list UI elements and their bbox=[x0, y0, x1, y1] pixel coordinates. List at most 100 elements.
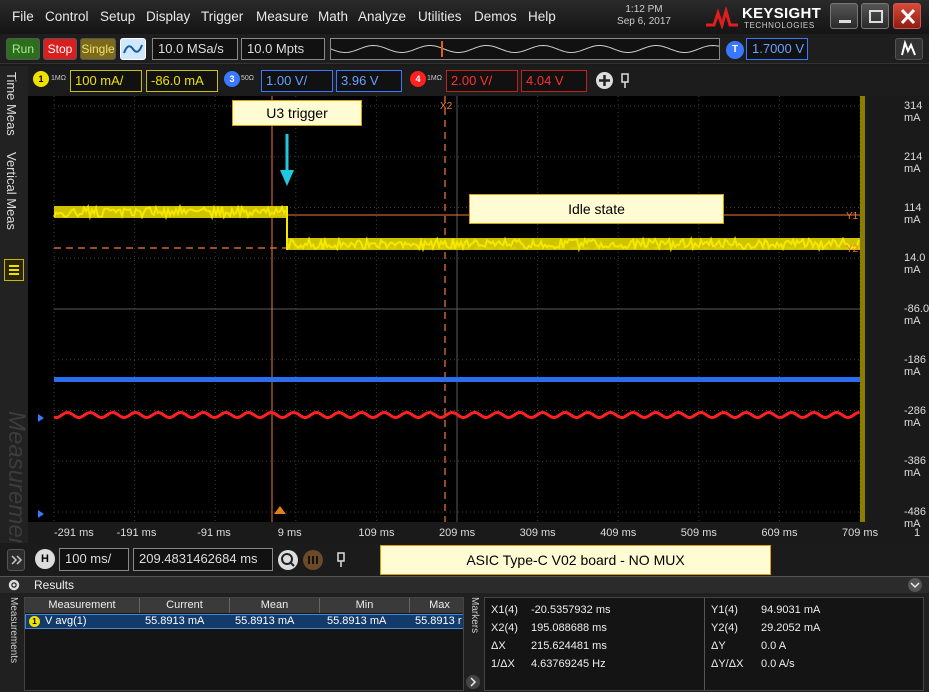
dy-value: 0.0 A bbox=[761, 640, 786, 652]
maximize-button[interactable] bbox=[861, 3, 889, 29]
inv-dx-value: 4.63769245 Hz bbox=[531, 658, 606, 670]
menu-control[interactable]: Control bbox=[45, 9, 89, 24]
keysight-wave-icon bbox=[704, 7, 740, 29]
side-tabs: Time Meas Vertical Meas Measurements bbox=[0, 66, 28, 554]
y-tick-label: -386 mA bbox=[904, 455, 929, 479]
control-bar: Run Stop Single 10.0 MSa/s 10.0 Mpts T 1… bbox=[0, 34, 929, 64]
y-tick-label: 314 mA bbox=[904, 100, 929, 124]
channel-4-scale[interactable]: 2.00 V/ bbox=[446, 70, 518, 92]
touch-button[interactable] bbox=[895, 38, 923, 60]
x-page-label: 1 bbox=[914, 527, 920, 539]
collapse-results-button[interactable] bbox=[908, 578, 922, 592]
x-tick-label: -91 ms bbox=[197, 527, 231, 539]
x-tick-label: 609 ms bbox=[761, 527, 797, 539]
y-tick-label: 114 mA bbox=[904, 202, 929, 226]
tab-vertical-meas[interactable]: Vertical Meas bbox=[4, 152, 19, 230]
measurements-side-label[interactable]: Measurements bbox=[5, 597, 19, 691]
x-tick-label: -191 ms bbox=[117, 527, 157, 539]
navigate-icon bbox=[303, 550, 323, 570]
expand-panel-button[interactable] bbox=[7, 549, 25, 571]
close-button[interactable] bbox=[893, 3, 921, 29]
ch3-trace bbox=[54, 377, 860, 382]
add-channel-button[interactable] bbox=[596, 72, 613, 89]
navigate-button[interactable] bbox=[303, 550, 323, 570]
channel-1-scale[interactable]: 100 mA/ bbox=[70, 70, 142, 92]
dx-value: 215.624481 ms bbox=[531, 640, 607, 652]
minimize-icon bbox=[831, 4, 859, 30]
row-mean: 55.8913 mA bbox=[235, 614, 294, 629]
channel-4-badge[interactable]: 4 bbox=[410, 71, 426, 87]
zoom-button[interactable] bbox=[278, 550, 298, 570]
markers-readout: X1(4) -20.5357932 ms X2(4) 195.088688 ms… bbox=[484, 597, 924, 691]
menu-display[interactable]: Display bbox=[146, 9, 190, 24]
minimize-button[interactable] bbox=[830, 3, 858, 29]
x2-marker-label: X2 bbox=[440, 101, 453, 112]
sample-rate-field[interactable]: 10.0 MSa/s bbox=[152, 38, 238, 60]
time-scale-field[interactable]: 100 ms/ bbox=[59, 548, 129, 571]
x-tick-label: 309 ms bbox=[520, 527, 556, 539]
dydx-value: 0.0 A/s bbox=[761, 658, 795, 670]
zoom-icon bbox=[278, 550, 298, 570]
memory-depth-field[interactable]: 10.0 Mpts bbox=[241, 38, 325, 60]
results-title: Results bbox=[34, 578, 74, 592]
run-button[interactable]: Run bbox=[6, 38, 40, 60]
channel-1-impedance: 1MΩ bbox=[51, 75, 66, 82]
marker-icon bbox=[5, 260, 23, 280]
column-mean: Mean bbox=[230, 598, 320, 613]
menu-measure[interactable]: Measure bbox=[256, 9, 309, 24]
y1-marker-label: Y1 bbox=[846, 211, 859, 222]
trigger-badge: T bbox=[726, 41, 744, 59]
auto-scale-button[interactable] bbox=[120, 38, 146, 60]
menu-file[interactable]: File bbox=[12, 9, 34, 24]
x1-value: -20.5357932 ms bbox=[531, 604, 611, 616]
column-current: Current bbox=[140, 598, 230, 613]
time-position-field[interactable]: 209.4831462684 ms bbox=[133, 548, 273, 571]
column-min: Min bbox=[320, 598, 410, 613]
clock-date: Sep 6, 2017 bbox=[606, 16, 682, 28]
channel-3-scale[interactable]: 1.00 V/ bbox=[261, 70, 333, 92]
channel-3-badge[interactable]: 3 bbox=[224, 71, 240, 87]
trigger-level-field[interactable]: 1.7000 V bbox=[746, 38, 808, 60]
menu-help[interactable]: Help bbox=[528, 9, 556, 24]
clock-time: 1:12 PM bbox=[606, 4, 682, 16]
x-tick-label: -291 ms bbox=[54, 527, 94, 539]
timebase-pin-icon[interactable] bbox=[334, 551, 348, 569]
tab-time-meas[interactable]: Time Meas bbox=[4, 72, 19, 136]
row-channel-badge: 1 bbox=[29, 616, 40, 627]
row-measurement: V avg(1) bbox=[45, 614, 87, 629]
horizontal-badge[interactable]: H bbox=[35, 549, 55, 569]
menu-utilities[interactable]: Utilities bbox=[418, 9, 462, 24]
graticule[interactable]: X2 Y1 Y2 bbox=[28, 96, 929, 522]
menu-setup[interactable]: Setup bbox=[100, 9, 135, 24]
menu-trigger[interactable]: Trigger bbox=[201, 9, 243, 24]
collapse-markers-button[interactable] bbox=[466, 675, 480, 689]
results-panel: Results Measurements Measurement Current… bbox=[0, 576, 929, 692]
menu-demos[interactable]: Demos bbox=[474, 9, 517, 24]
x1-label: X1(4) bbox=[491, 604, 518, 616]
close-icon bbox=[894, 4, 922, 30]
x-tick-label: 9 ms bbox=[278, 527, 302, 539]
channel-4-offset[interactable]: 4.04 V bbox=[521, 70, 587, 92]
y-tick-label: -286 mA bbox=[904, 405, 929, 429]
waveform-display[interactable]: X2 Y1 Y2 U3 trigger Idle state 314 mA 214… bbox=[28, 96, 929, 522]
markers-divider bbox=[704, 598, 705, 690]
dx-label: ΔX bbox=[491, 640, 506, 652]
marker-mode-button[interactable] bbox=[4, 259, 24, 281]
x-tick-label: 709 ms bbox=[842, 527, 878, 539]
single-button[interactable]: Single bbox=[80, 38, 116, 60]
waveform-overview[interactable] bbox=[330, 38, 720, 60]
measurement-table: Measurement Current Mean Min Max 1 V avg… bbox=[24, 597, 464, 691]
menu-math[interactable]: Math bbox=[318, 9, 348, 24]
stop-button[interactable]: Stop bbox=[43, 38, 77, 60]
pin-icon[interactable] bbox=[618, 72, 632, 90]
chevron-down-icon bbox=[908, 578, 922, 592]
ch1-scale-strip bbox=[860, 96, 865, 522]
menu-analyze[interactable]: Analyze bbox=[358, 9, 406, 24]
column-measurement: Measurement bbox=[25, 598, 140, 613]
board-callout: ASIC Type-C V02 board - NO MUX bbox=[380, 545, 771, 575]
channel-3-offset[interactable]: 3.96 V bbox=[336, 70, 402, 92]
gear-icon[interactable] bbox=[6, 577, 22, 593]
channel-1-offset[interactable]: -86.0 mA bbox=[146, 70, 218, 92]
x2-value: 195.088688 ms bbox=[531, 622, 607, 634]
channel-1-badge[interactable]: 1 bbox=[33, 71, 49, 87]
